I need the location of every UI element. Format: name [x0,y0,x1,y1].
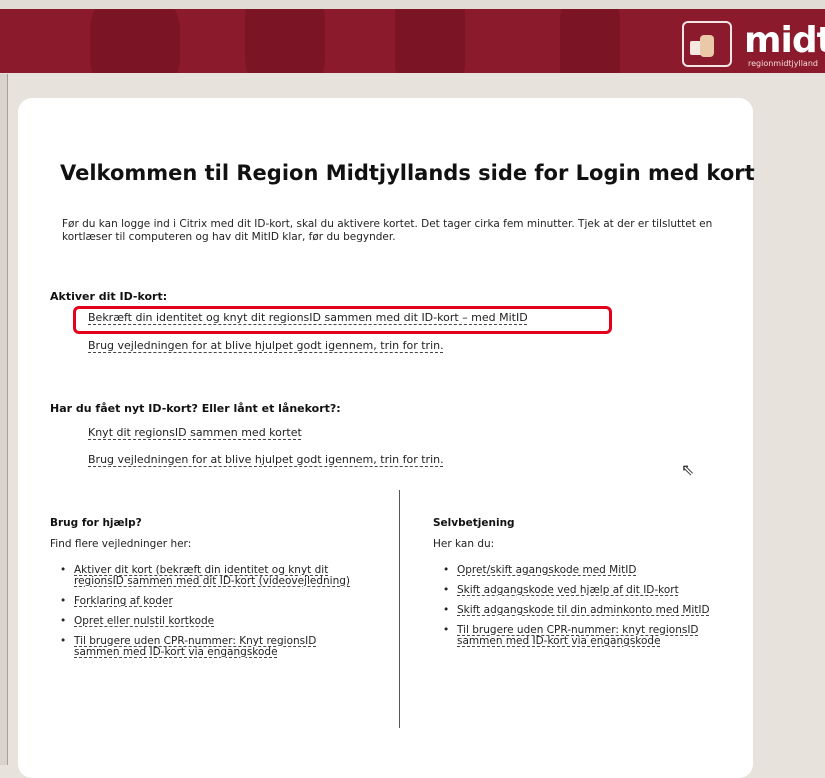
selfservice-link[interactable]: Til brugere uden CPR-nummer: knyt region… [457,624,699,647]
selfservice-link[interactable]: Skift adgangskode ved hjælp af dit ID-ko… [457,584,679,596]
window-left-edge [0,74,8,765]
help-list: Aktiver dit kort (bekræft din identitet … [58,565,358,667]
help-heading: Brug for hjælp? [50,517,142,529]
selfservice-link[interactable]: Skift adgangskode til din adminkonto med… [457,604,710,616]
main-content-card: Velkommen til Region Midtjyllands side f… [18,98,755,778]
list-item[interactable]: Til brugere uden CPR-nummer: Knyt region… [58,636,358,658]
selfservice-heading: Selvbetjening [433,517,515,529]
list-item[interactable]: Opret/skift agangskode med MitID [441,564,741,577]
logo-wordmark: midt [744,20,825,61]
intro-text: Før du kan logge ind i Citrix med dit ID… [62,218,713,243]
list-item[interactable]: Til brugere uden CPR-nummer: knyt region… [441,625,741,647]
selfservice-subtext: Her kan du: [433,538,495,550]
column-divider [399,490,400,728]
help-link[interactable]: Forklaring af koder [74,595,173,607]
page-title: Velkommen til Region Midtjyllands side f… [60,161,755,185]
activate-mitid-link[interactable]: Bekræft din identitet og knyt dit region… [88,311,528,324]
header-decor [90,9,180,73]
activate-guide-link[interactable]: Brug vejledningen for at blive hjulpet g… [88,339,444,352]
card-reader-logo-icon [682,21,732,67]
selfservice-link[interactable]: Opret/skift agangskode med MitID [457,564,636,576]
list-item[interactable]: Skift adgangskode til din adminkonto med… [441,604,741,617]
header-decor [560,9,620,73]
header-decor [395,9,465,73]
selfservice-list: Opret/skift agangskode med MitID Skift a… [441,565,741,656]
list-item[interactable]: Forklaring af koder [58,595,358,608]
list-item[interactable]: Opret eller nulstil kortkode [58,615,358,628]
link-card-link[interactable]: Knyt dit regionsID sammen med kortet [88,426,302,439]
mouse-pointer-icon: ⇖ [681,460,695,479]
logo-subtext: regionmidtjylland [748,59,818,68]
help-link[interactable]: Aktiver dit kort (bekræft din identitet … [74,564,350,587]
site-header: midt regionmidtjylland [0,9,825,73]
help-link[interactable]: Til brugere uden CPR-nummer: Knyt region… [74,635,316,658]
activate-heading: Aktiver dit ID-kort: [50,290,168,303]
help-link[interactable]: Opret eller nulstil kortkode [74,615,214,627]
header-decor [245,9,325,73]
list-item[interactable]: Aktiver dit kort (bekræft din identitet … [58,565,358,587]
list-item[interactable]: Skift adgangskode ved hjælp af dit ID-ko… [441,584,741,597]
newcard-heading: Har du fået nyt ID-kort? Eller lånt et l… [50,402,341,415]
newcard-guide-link[interactable]: Brug vejledningen for at blive hjulpet g… [88,453,444,466]
help-subtext: Find flere vejledninger her: [50,538,192,550]
